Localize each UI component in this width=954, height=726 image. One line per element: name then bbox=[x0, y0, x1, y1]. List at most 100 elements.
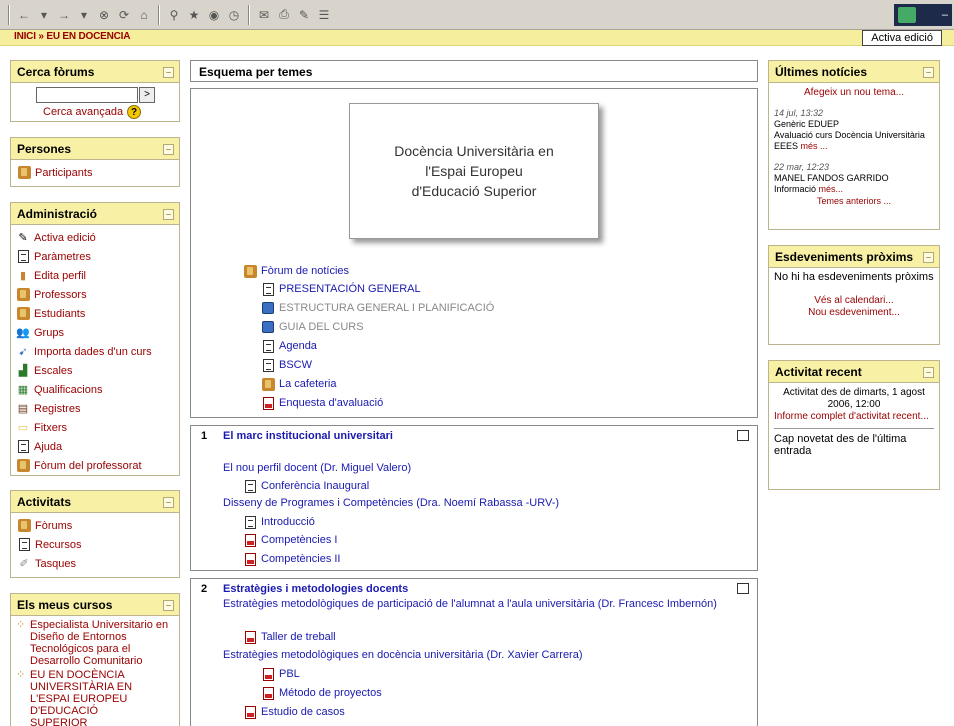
minimize-button[interactable]: – bbox=[942, 9, 948, 21]
course-link[interactable]: ⁘ EU EN DOCÈNCIA UNIVERSITÀRIA EN L'ESPA… bbox=[16, 669, 173, 726]
activities-block: Activitats – Fòrums Recursos ✐ Tasques bbox=[10, 490, 180, 578]
toolbar-separator bbox=[158, 4, 160, 25]
resource-link[interactable]: Conferència Inaugural bbox=[243, 477, 369, 495]
collapse-icon[interactable]: – bbox=[923, 252, 934, 263]
resource-link[interactable]: GUIA DEL CURS bbox=[261, 318, 364, 336]
profile-icon: ▮ bbox=[19, 270, 27, 282]
dropdown-icon[interactable]: ▾ bbox=[36, 7, 52, 23]
admin-item-scales[interactable]: ▟ Escales bbox=[16, 361, 173, 380]
course-format-header: Esquema per temes bbox=[190, 60, 758, 82]
help-icon[interactable]: ? bbox=[127, 105, 142, 119]
collapse-icon[interactable]: – bbox=[163, 209, 174, 220]
resource-link[interactable]: Agenda bbox=[261, 337, 317, 355]
media-icon[interactable]: ◉ bbox=[206, 7, 222, 23]
stop-icon[interactable]: ⊗ bbox=[96, 7, 112, 23]
collapse-icon[interactable]: – bbox=[163, 144, 174, 155]
my-courses-block: Els meus cursos – ⁘ Especialista Universi… bbox=[10, 593, 180, 726]
collapse-icon[interactable]: – bbox=[923, 367, 934, 378]
resource-link[interactable]: ESTRUCTURA GENERAL I PLANIFICACIÓ bbox=[261, 299, 494, 317]
folder-icon: ▭ bbox=[17, 422, 29, 434]
resource-link[interactable]: Taller de treball bbox=[243, 628, 336, 646]
upcoming-events-block: Esdeveniments pròxims – No hi ha esdeveni… bbox=[768, 245, 940, 345]
resource-link[interactable]: Estudio de casos bbox=[243, 703, 345, 721]
turn-editing-on-button[interactable]: Activa edició bbox=[862, 30, 942, 46]
search-icon[interactable]: ⚲ bbox=[166, 7, 182, 23]
admin-item-help[interactable]: Ajuda bbox=[16, 437, 173, 456]
history-icon[interactable]: ◷ bbox=[226, 7, 242, 23]
block-title: Activitat recent – bbox=[769, 361, 939, 383]
participants-link[interactable]: Participants bbox=[17, 163, 173, 182]
resource-link[interactable]: Enquesta d'avaluació bbox=[261, 394, 383, 412]
advanced-search-link[interactable]: Cerca avançada bbox=[43, 106, 123, 118]
document-icon bbox=[243, 515, 257, 529]
recent-activity-block: Activitat recent – Activitat des de dimar… bbox=[768, 360, 940, 490]
resource-link[interactable]: Competències I bbox=[243, 531, 337, 549]
admin-item-students[interactable]: Estudiants bbox=[16, 304, 173, 323]
print-icon[interactable]: ⎙ bbox=[276, 7, 292, 23]
resource-link[interactable]: Introducció bbox=[243, 513, 315, 531]
admin-item-groups[interactable]: 👥 Grups bbox=[16, 323, 173, 342]
older-topics-link[interactable]: Temes anteriors ... bbox=[774, 196, 934, 207]
resource-link[interactable]: BSCW bbox=[261, 356, 312, 374]
admin-item-turn-editing-on[interactable]: ✎ Activa edició bbox=[16, 228, 173, 247]
resource-link[interactable]: La cafeteria bbox=[261, 375, 336, 393]
section-title: Estratègies i metodologies docents bbox=[223, 583, 409, 595]
admin-item-logs[interactable]: ▤ Registres bbox=[16, 399, 173, 418]
resource-link[interactable]: PRESENTACIÓN GENERAL bbox=[261, 280, 421, 298]
resource-link[interactable]: Método de proyectos bbox=[261, 684, 382, 702]
admin-item-import[interactable]: ➹ Importa dades d'un curs bbox=[16, 342, 173, 361]
news-more-link[interactable]: més... bbox=[819, 184, 844, 194]
pdf-icon bbox=[261, 667, 275, 681]
add-topic-link[interactable]: Afegeix un nou tema... bbox=[774, 87, 934, 98]
mail-icon[interactable]: ✉ bbox=[256, 7, 272, 23]
breadcrumb-home-link[interactable]: INICI bbox=[14, 31, 36, 42]
section-toggle-checkbox[interactable] bbox=[737, 583, 749, 594]
search-input[interactable] bbox=[36, 87, 138, 103]
dropdown-icon[interactable]: ▾ bbox=[76, 7, 92, 23]
section-label: Estratègies metodològiques en docència u… bbox=[223, 649, 583, 661]
scales-icon: ▟ bbox=[18, 365, 28, 377]
search-go-button[interactable]: > bbox=[139, 87, 155, 103]
news-item: Avaluació curs Docència Universitària EE… bbox=[774, 130, 925, 151]
back-icon[interactable]: ← bbox=[16, 7, 32, 23]
home-icon[interactable]: ⌂ bbox=[136, 7, 152, 23]
admin-item-settings[interactable]: Paràmetres bbox=[16, 247, 173, 266]
section-toggle-checkbox[interactable] bbox=[737, 430, 749, 441]
activity-resources-link[interactable]: Recursos bbox=[17, 535, 173, 554]
discuss-icon[interactable]: ☰ bbox=[316, 7, 332, 23]
admin-item-grades[interactable]: ▦ Qualificacions bbox=[16, 380, 173, 399]
collapse-icon[interactable]: – bbox=[163, 67, 174, 78]
resource-link[interactable]: Competències II bbox=[243, 550, 340, 568]
admin-item-teacher-forum[interactable]: Fòrum del professorat bbox=[16, 456, 173, 475]
title-line: Docència Universitària en bbox=[394, 143, 554, 159]
logs-icon: ▤ bbox=[17, 403, 29, 415]
favorites-icon[interactable]: ★ bbox=[186, 7, 202, 23]
forum-icon bbox=[16, 459, 30, 473]
full-report-link[interactable]: Informe complet d'activitat recent... bbox=[774, 411, 934, 423]
collapse-icon[interactable]: – bbox=[163, 497, 174, 508]
admin-item-files[interactable]: ▭ Fitxers bbox=[16, 418, 173, 437]
activity-forums-link[interactable]: Fòrums bbox=[17, 516, 173, 535]
news-more-link[interactable]: més ... bbox=[801, 141, 828, 151]
collapse-icon[interactable]: – bbox=[163, 600, 174, 611]
go-to-calendar-link[interactable]: Vés al calendari... bbox=[774, 295, 934, 307]
resource-icon bbox=[17, 538, 31, 552]
students-icon bbox=[16, 307, 30, 321]
toolbar-separator bbox=[8, 4, 10, 25]
web-page-icon bbox=[261, 301, 275, 315]
admin-item-edit-profile[interactable]: ▮ Edita perfil bbox=[16, 266, 173, 285]
document-icon bbox=[261, 339, 275, 353]
activity-assignments-link[interactable]: ✐ Tasques bbox=[17, 554, 173, 573]
collapse-icon[interactable]: – bbox=[923, 67, 934, 78]
edit-icon[interactable]: ✎ bbox=[296, 7, 312, 23]
assignment-icon: ✐ bbox=[19, 558, 29, 570]
news-item: Informació més... bbox=[774, 184, 844, 194]
resource-link[interactable]: Fòrum de notícies bbox=[243, 262, 349, 280]
forward-icon[interactable]: → bbox=[56, 7, 72, 23]
refresh-icon[interactable]: ⟳ bbox=[116, 7, 132, 23]
resource-link[interactable]: PBL bbox=[261, 665, 300, 683]
new-event-link[interactable]: Nou esdeveniment... bbox=[774, 307, 934, 319]
block-title: Últimes notícies – bbox=[769, 61, 939, 83]
course-link[interactable]: ⁘ Especialista Universitario en Diseño d… bbox=[16, 619, 173, 667]
admin-item-teachers[interactable]: Professors bbox=[16, 285, 173, 304]
